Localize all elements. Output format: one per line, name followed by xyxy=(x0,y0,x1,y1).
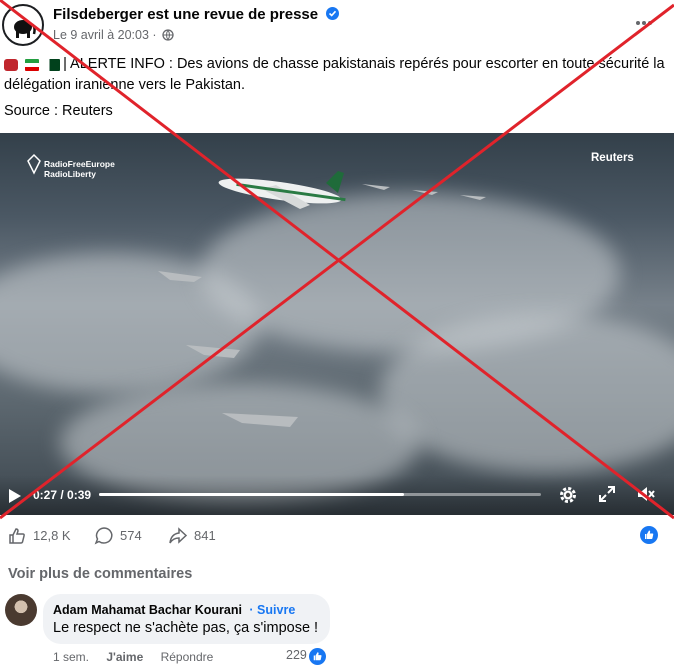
comment-like-count: 229 xyxy=(286,648,307,662)
comment-like-icon xyxy=(309,648,326,665)
video-player[interactable]: RadioFreeEurope RadioLiberty Reuters 0:2… xyxy=(0,133,674,515)
rfe-logo: RadioFreeEurope RadioLiberty xyxy=(26,153,115,179)
commenter-avatar[interactable] xyxy=(5,594,37,626)
post-header: Filsdeberger est une revue de presse Le … xyxy=(0,0,674,50)
more-icon[interactable] xyxy=(636,12,656,25)
share-icon xyxy=(169,527,188,544)
post-source: Source : Reuters xyxy=(4,103,113,119)
comment-action[interactable]: 574 xyxy=(94,526,142,546)
logo-line2: RadioLiberty xyxy=(44,169,96,179)
flag-emojis xyxy=(4,57,63,76)
reactions-row: 12,8 K 574 841 xyxy=(0,522,674,550)
jet xyxy=(158,184,486,427)
comment-bubble: Adam Mahamat Bachar Kourani · Suivre Le … xyxy=(43,594,330,644)
post-text-line2: délégation iranienne vers le Pakistan. xyxy=(4,77,246,93)
comment-reply-button[interactable]: Répondre xyxy=(161,650,214,664)
like-count: 12,8 K xyxy=(33,528,71,543)
post-text-line1: | ALERTE INFO : Des avions de chasse pak… xyxy=(63,56,665,72)
thumbs-up-icon xyxy=(9,528,25,544)
share-action[interactable]: 841 xyxy=(168,526,216,546)
comment-actions: 1 sem. J'aime Répondre xyxy=(53,650,227,664)
progress-fill xyxy=(99,493,404,496)
post-date[interactable]: Le 9 avril à 20:03 · xyxy=(53,28,157,42)
post-text: | ALERTE INFO : Des avions de chasse pak… xyxy=(4,55,668,95)
fullscreen-icon[interactable] xyxy=(598,485,616,503)
video-time: 0:27 / 0:39 xyxy=(33,488,92,502)
comment-count: 574 xyxy=(120,528,142,543)
verified-icon xyxy=(326,7,340,20)
airliner xyxy=(218,171,346,209)
page-name-text[interactable]: Filsdeberger est une revue de presse xyxy=(53,6,318,23)
see-more-comments[interactable]: Voir plus de commentaires xyxy=(8,566,192,582)
like-reaction-icon xyxy=(640,526,658,544)
post-meta: Le 9 avril à 20:03 · xyxy=(53,28,174,42)
comment-author-line: Adam Mahamat Bachar Kourani · Suivre xyxy=(53,603,295,617)
pakistan-flag-icon xyxy=(46,59,61,71)
aircraft-layer xyxy=(158,171,486,427)
red-emoji-icon xyxy=(4,59,18,71)
progress-bar[interactable] xyxy=(99,493,541,496)
torch-icon xyxy=(27,153,41,175)
comment-like-button[interactable]: J'aime xyxy=(106,650,143,664)
comment-age[interactable]: 1 sem. xyxy=(53,650,89,664)
globe-icon xyxy=(162,29,174,41)
share-count: 841 xyxy=(194,528,216,543)
page-name[interactable]: Filsdeberger est une revue de presse xyxy=(53,6,340,23)
play-icon[interactable] xyxy=(8,488,22,504)
comment-text: Le respect ne s'achète pas, ça s'impose … xyxy=(53,620,319,636)
video-controls: 0:27 / 0:39 xyxy=(0,475,674,515)
settings-icon[interactable] xyxy=(558,485,578,505)
elephant-icon xyxy=(14,20,36,38)
mute-icon[interactable] xyxy=(636,485,656,503)
follow-link[interactable]: · Suivre xyxy=(249,603,295,617)
comment-author[interactable]: Adam Mahamat Bachar Kourani xyxy=(53,603,242,617)
logo-line1: RadioFreeEurope xyxy=(44,159,115,169)
iran-flag-icon xyxy=(25,59,40,71)
reuters-watermark: Reuters xyxy=(591,152,634,164)
comment-icon xyxy=(94,527,113,545)
like-action[interactable]: 12,8 K xyxy=(7,526,71,546)
page-avatar[interactable] xyxy=(2,4,44,46)
